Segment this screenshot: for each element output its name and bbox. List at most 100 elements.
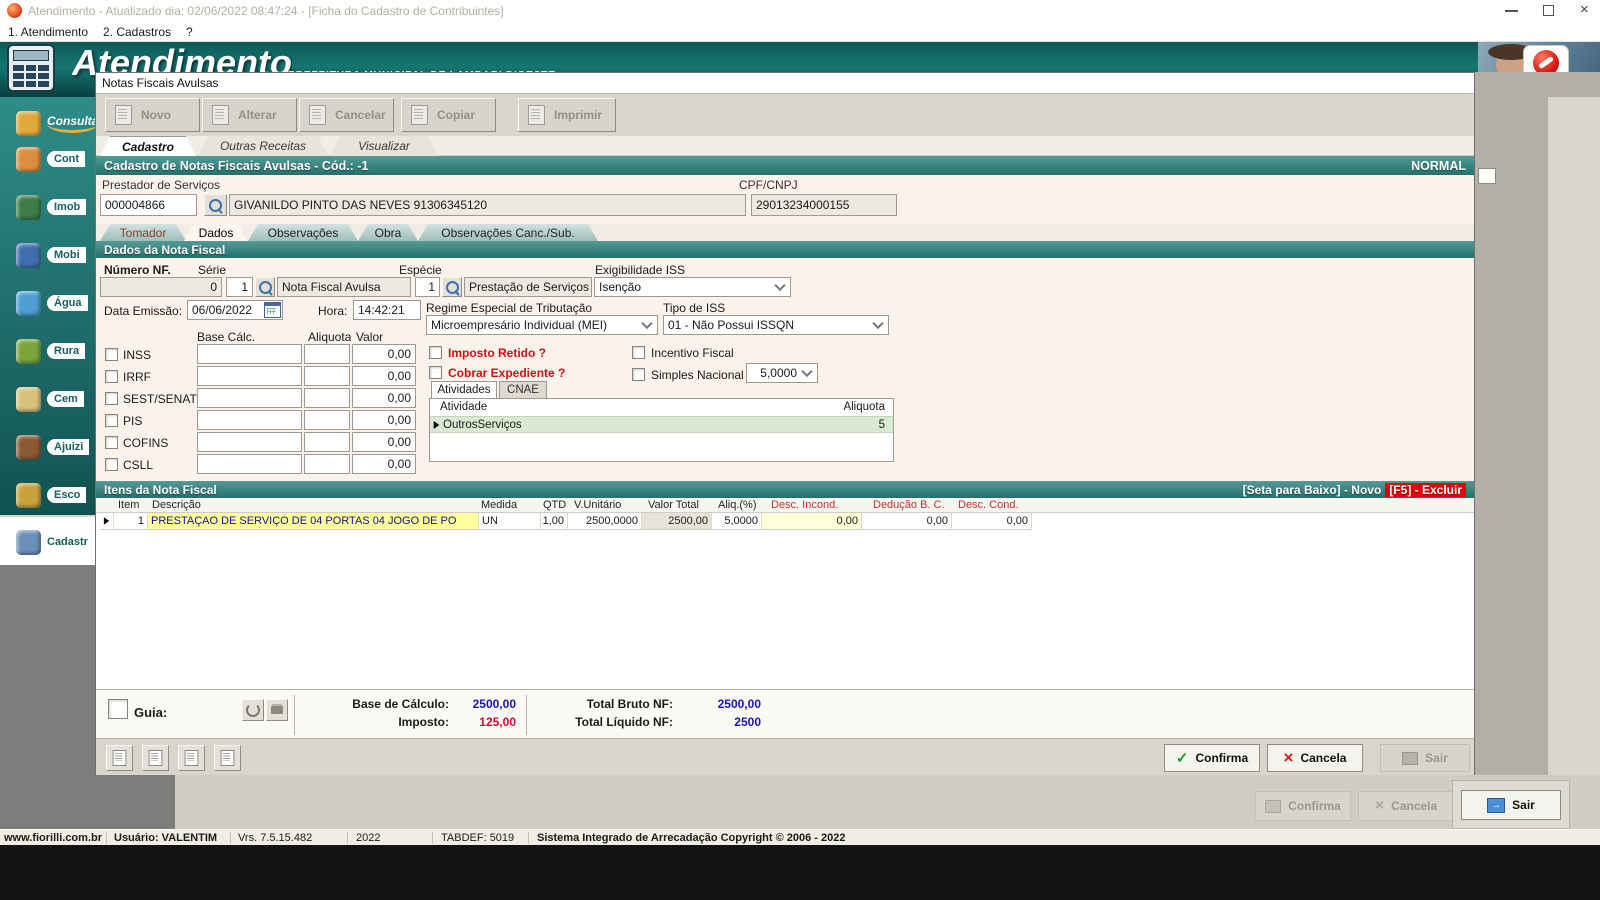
- csll-base-input[interactable]: [197, 454, 302, 474]
- calendar-icon[interactable]: [264, 302, 281, 318]
- regime-select[interactable]: Microempresário Individual (MEI): [426, 315, 658, 335]
- nav-last-button[interactable]: [214, 745, 241, 771]
- sair-button[interactable]: Sair: [1380, 744, 1470, 772]
- hora-input[interactable]: 14:42:21: [353, 300, 421, 320]
- sest-base-input[interactable]: [197, 388, 302, 408]
- cancela-button[interactable]: × Cancela: [1267, 744, 1363, 772]
- sidebar-item-cont[interactable]: Cont: [0, 137, 95, 181]
- sest-valor-input[interactable]: 0,00: [352, 388, 416, 408]
- sidebar-item-mobi[interactable]: Mobi: [0, 233, 95, 277]
- nav-next-button[interactable]: [178, 745, 205, 771]
- irrf-base-input[interactable]: [197, 366, 302, 386]
- simples-nacional-checkbox[interactable]: [632, 368, 645, 381]
- copiar-button[interactable]: Copiar: [401, 98, 496, 132]
- prestador-search-button[interactable]: [204, 194, 227, 216]
- aliquota-header: Aliquota: [308, 330, 352, 344]
- menu-help[interactable]: ?: [186, 25, 193, 39]
- incentivo-fiscal-checkbox[interactable]: [632, 346, 645, 359]
- deducao-cell: 0,00: [862, 513, 952, 530]
- inss-valor-input[interactable]: 0,00: [352, 344, 416, 364]
- pis-valor-input[interactable]: 0,00: [352, 410, 416, 430]
- pis-checkbox[interactable]: [105, 414, 118, 427]
- csll-checkbox[interactable]: [105, 458, 118, 471]
- sidebar-item-label: Esco: [47, 487, 87, 503]
- tab-observacoes[interactable]: Observações: [248, 224, 358, 241]
- outer-confirma-button[interactable]: Confirma: [1255, 791, 1351, 821]
- total-bruto-label: Total Bruto NF:: [586, 697, 673, 711]
- csll-valor-input[interactable]: 0,00: [352, 454, 416, 474]
- irrf-aliquota-input[interactable]: [304, 366, 350, 386]
- exit-icon: [1402, 751, 1419, 765]
- irrf-checkbox[interactable]: [105, 370, 118, 383]
- tab-outras-receitas[interactable]: Outras Receitas: [198, 136, 328, 156]
- sidebar-item-label: Ajuizi: [47, 439, 90, 455]
- sidebar-item-rural[interactable]: Rura: [0, 329, 95, 373]
- outer-cancela-button[interactable]: × Cancela: [1358, 791, 1454, 821]
- csll-aliquota-input[interactable]: [304, 454, 350, 474]
- simples-aliquota-select[interactable]: 5,0000: [746, 363, 818, 383]
- nav-prev-button[interactable]: [142, 745, 169, 771]
- gavel-icon: [16, 434, 41, 460]
- guia-label: Guia:: [134, 705, 168, 720]
- guia-checkbox[interactable]: [108, 699, 128, 719]
- imposto-retido-checkbox[interactable]: [429, 346, 442, 359]
- cofins-checkbox[interactable]: [105, 436, 118, 449]
- tab-dados[interactable]: Dados: [184, 224, 248, 241]
- exigibilidade-select[interactable]: Isenção: [594, 277, 791, 297]
- sidebar-item-cemiterio[interactable]: Cem: [0, 377, 95, 421]
- nav-first-button[interactable]: [106, 745, 133, 771]
- sidebar-item-cadastro[interactable]: Cadastr: [0, 520, 95, 564]
- especie-search-button[interactable]: [442, 277, 462, 297]
- status-year: 2022: [356, 832, 381, 844]
- outer-sair-button[interactable]: → Sair: [1461, 790, 1561, 820]
- sidebar-item-label: Cadastr: [47, 536, 88, 548]
- cofins-base-input[interactable]: [197, 432, 302, 452]
- search-icon: [209, 198, 222, 212]
- menu-cadastros[interactable]: 2. Cadastros: [103, 25, 171, 39]
- alterar-button[interactable]: Alterar: [202, 98, 297, 132]
- cofins-aliquota-input[interactable]: [304, 432, 350, 452]
- irrf-valor-input[interactable]: 0,00: [352, 366, 416, 386]
- novo-button[interactable]: Novo: [105, 98, 200, 132]
- serie-input[interactable]: 1: [226, 277, 253, 297]
- incentivo-fiscal-label: Incentivo Fiscal: [651, 346, 734, 360]
- cobrar-expediente-checkbox[interactable]: [429, 366, 442, 379]
- minimize-icon[interactable]: [1505, 10, 1518, 12]
- pis-aliquota-input[interactable]: [304, 410, 350, 430]
- menu-atendimento[interactable]: 1. Atendimento: [8, 25, 88, 39]
- close-icon[interactable]: ×: [1580, 1, 1589, 18]
- refresh-guia-button[interactable]: [242, 699, 264, 721]
- tab-atividades[interactable]: Atividades: [431, 381, 497, 398]
- tab-tomador[interactable]: Tomador: [100, 224, 186, 241]
- imprimir-button[interactable]: Imprimir: [518, 98, 616, 132]
- numero-nf-input[interactable]: 0: [100, 277, 222, 297]
- building-icon: [16, 242, 41, 268]
- sidebar-item-ajuizamento[interactable]: Ajuizi: [0, 425, 95, 469]
- print-guia-button[interactable]: [266, 699, 288, 721]
- serie-search-button[interactable]: [255, 277, 275, 297]
- inss-base-input[interactable]: [197, 344, 302, 364]
- maximize-icon[interactable]: [1543, 5, 1554, 16]
- especie-input[interactable]: 1: [415, 277, 440, 297]
- inss-aliquota-input[interactable]: [304, 344, 350, 364]
- sest-aliquota-input[interactable]: [304, 388, 350, 408]
- inss-checkbox[interactable]: [105, 348, 118, 361]
- cpf-field: 29013234000155: [751, 194, 897, 216]
- prestador-codigo-input[interactable]: 000004866: [100, 194, 197, 216]
- tipo-iss-select[interactable]: 01 - Não Possui ISSQN: [663, 315, 889, 335]
- sidebar-item-imob[interactable]: Imob: [0, 185, 95, 229]
- confirma-button[interactable]: ✓ Confirma: [1164, 744, 1260, 772]
- sidebar-item-agua[interactable]: Água: [0, 281, 95, 325]
- sidebar-item-escola[interactable]: Esco: [0, 473, 95, 517]
- tab-visualizar[interactable]: Visualizar: [330, 136, 438, 156]
- sest-checkbox[interactable]: [105, 392, 118, 405]
- tab-cadastro[interactable]: Cadastro: [100, 136, 196, 156]
- item-row[interactable]: 1 PRESTAÇAO DE SERVIÇO DE 04 PORTAS 04 J…: [96, 513, 1474, 530]
- tab-observacoes-canc[interactable]: Observações Canc./Sub.: [418, 224, 598, 241]
- tab-obra[interactable]: Obra: [358, 224, 418, 241]
- cancelar-button[interactable]: Cancelar: [299, 98, 394, 132]
- atividade-row[interactable]: OutrosServiços 5: [430, 416, 893, 433]
- cofins-valor-input[interactable]: 0,00: [352, 432, 416, 452]
- pis-base-input[interactable]: [197, 410, 302, 430]
- tab-cnae[interactable]: CNAE: [499, 381, 547, 398]
